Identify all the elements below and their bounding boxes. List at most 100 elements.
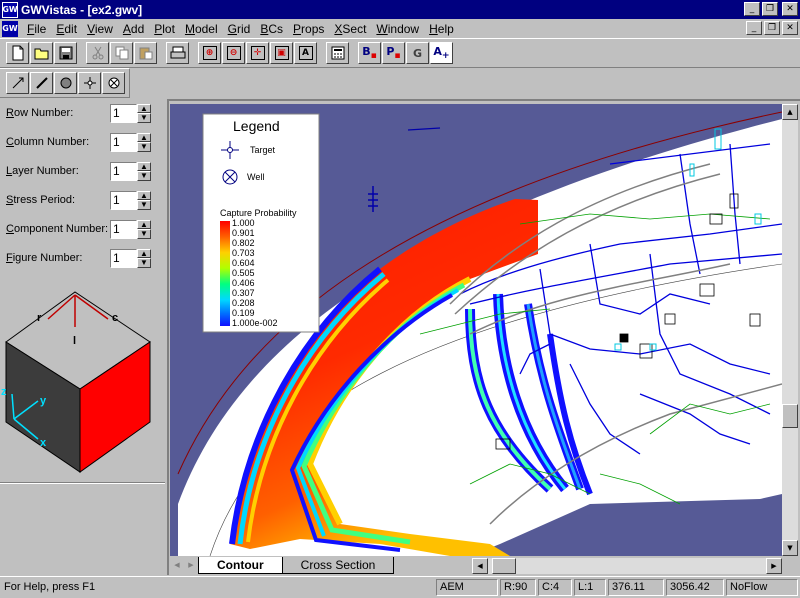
toggle-b-button[interactable]: B▪ [358,42,381,64]
legend-title: Legend [233,118,280,134]
menu-help[interactable]: Help [424,22,459,36]
copy-button[interactable] [110,42,133,64]
spin-up-icon[interactable]: ▲ [137,190,151,200]
letter-a-icon: A+ [433,44,450,62]
menu-props[interactable]: Props [288,22,329,36]
scroll-right-icon[interactable]: ▶ [766,558,782,574]
horizontal-scroll-thumb[interactable] [492,558,516,574]
spin-up-icon[interactable]: ▲ [137,219,151,229]
well-tool-button[interactable] [102,72,125,94]
menu-edit[interactable]: Edit [51,22,82,36]
spin-down-icon[interactable]: ▼ [137,171,151,181]
toggle-g-button[interactable]: G [406,42,429,64]
colorbar-tick-label: 0.406 [232,278,255,288]
row-number-field: Row Number: 1 ▲ ▼ [6,103,156,123]
toggle-p-button[interactable]: P▪ [382,42,405,64]
colorbar-tick-label: 0.703 [232,248,255,258]
doc-minimize-button[interactable]: _ [746,21,762,35]
line-tool-button[interactable] [30,72,53,94]
stress-period-field: Stress Period: 1 ▲ ▼ [6,190,156,210]
scroll-left-icon[interactable]: ◀ [472,558,488,574]
spin-up-icon[interactable]: ▲ [137,103,151,113]
component-number-spinner[interactable]: ▲ ▼ [137,219,151,239]
cut-button[interactable] [86,42,109,64]
circle-icon [60,77,71,89]
vertical-scroll-thumb[interactable] [782,404,798,428]
doc-restore-button[interactable]: ❐ [764,21,780,35]
tab-first-icon[interactable]: ◀ [170,559,184,573]
zoom-extent-icon: ✛ [250,46,265,60]
menu-view[interactable]: View [82,22,118,36]
app-icon[interactable]: GW [2,1,18,18]
zoom-window-button[interactable]: ▣ [270,42,293,64]
stress-period-spinner[interactable]: ▲ ▼ [137,190,151,210]
menu-model[interactable]: Model [180,22,223,36]
spin-down-icon[interactable]: ▼ [137,200,151,210]
spin-down-icon[interactable]: ▼ [137,142,151,152]
horizontal-scrollbar[interactable]: ◀ ▶ [472,558,782,574]
spin-down-icon[interactable]: ▼ [137,229,151,239]
menu-file[interactable]: File [22,22,51,36]
doc-close-button[interactable]: ✕ [782,21,798,35]
spin-up-icon[interactable]: ▲ [137,248,151,258]
orientation-cube[interactable]: r c l y z x [0,289,165,479]
title-bar: GW GWVistas - [ex2.gwv] _ ❐ ✕ [0,0,800,19]
spin-down-icon[interactable]: ▼ [137,113,151,123]
status-model: AEM [436,579,498,596]
target-tool-button[interactable] [78,72,101,94]
row-number-spinner[interactable]: ▲ ▼ [137,103,151,123]
column-number-spinner[interactable]: ▲ ▼ [137,132,151,152]
legend-target-label: Target [250,145,276,155]
document-icon[interactable]: GW [2,20,18,37]
new-file-button[interactable] [6,42,29,64]
component-number-input[interactable]: 1 [110,219,137,239]
scroll-up-icon[interactable]: ▲ [782,104,798,120]
scroll-down-icon[interactable]: ▼ [782,540,798,556]
menu-plot[interactable]: Plot [149,22,180,36]
circle-tool-button[interactable] [54,72,77,94]
restore-button[interactable]: ❐ [762,2,778,16]
map-view[interactable]: Legend Target Well Capture Probability 1… [170,104,782,556]
row-number-input[interactable]: 1 [110,103,137,123]
menu-bcs[interactable]: BCs [255,22,288,36]
paste-button[interactable] [134,42,157,64]
colorbar-tick-label: 1.000e-002 [232,318,278,328]
menu-bar: GW File Edit View Add Plot Model Grid BC… [0,19,800,38]
menu-grid[interactable]: Grid [223,22,256,36]
menu-xsect[interactable]: XSect [329,22,371,36]
pointer-tool-button[interactable] [6,72,29,94]
cube-label-z: z [1,386,7,398]
tab-cross-section[interactable]: Cross Section [282,557,395,574]
figure-number-field: Figure Number: 1 ▲ ▼ [6,248,156,268]
menu-window[interactable]: Window [371,22,424,36]
annotation-button[interactable]: A [294,42,317,64]
menu-add[interactable]: Add [118,22,149,36]
paste-icon [139,47,152,60]
zoom-extent-button[interactable]: ✛ [246,42,269,64]
minimize-button[interactable]: _ [744,2,760,16]
layer-number-spinner[interactable]: ▲ ▼ [137,161,151,181]
print-button[interactable] [166,42,189,64]
zoom-in-button[interactable]: ⊕ [198,42,221,64]
close-button[interactable]: ✕ [782,2,798,16]
vertical-scrollbar[interactable]: ▲ ▼ [782,104,798,556]
map-canvas[interactable]: Legend Target Well Capture Probability 1… [170,104,782,556]
tab-contour[interactable]: Contour [198,557,283,574]
layer-number-input[interactable]: 1 [110,161,137,181]
zoom-out-button[interactable]: ⊖ [222,42,245,64]
figure-number-input[interactable]: 1 [110,248,137,268]
stress-period-input[interactable]: 1 [110,190,137,210]
left-panel: Row Number: 1 ▲ ▼ Column Number: 1 ▲ ▼ Lay… [0,99,165,574]
spin-up-icon[interactable]: ▲ [137,161,151,171]
save-button[interactable] [54,42,77,64]
calculator-button[interactable] [326,42,349,64]
tab-last-icon[interactable]: ▶ [184,559,198,573]
cube-label-r: r [37,312,42,324]
spin-down-icon[interactable]: ▼ [137,258,151,268]
spin-up-icon[interactable]: ▲ [137,132,151,142]
column-number-input[interactable]: 1 [110,132,137,152]
toggle-a-button[interactable]: A+ [430,42,453,64]
open-file-button[interactable] [30,42,53,64]
open-folder-icon [34,48,48,60]
figure-number-spinner[interactable]: ▲ ▼ [137,248,151,268]
